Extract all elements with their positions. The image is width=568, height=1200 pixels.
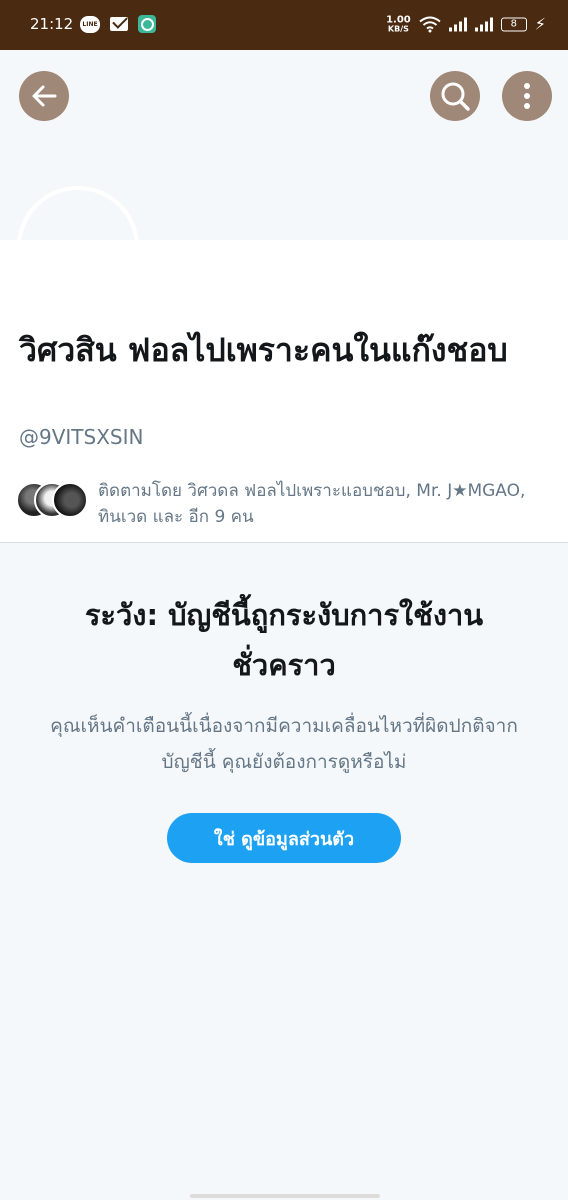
app-notification-icon	[138, 15, 156, 33]
search-icon	[441, 82, 470, 111]
status-bar: 21:12 LINE 1.00 KB/S 8 ⚡	[0, 0, 568, 50]
more-vertical-icon	[524, 83, 530, 109]
display-name: วิศวสิน ฟอลไปเพราะคนในแก๊งชอบ	[19, 331, 508, 369]
signal-icon-2	[474, 17, 493, 31]
back-button[interactable]	[19, 71, 69, 121]
notification-icons: LINE	[80, 15, 156, 33]
mail-icon	[110, 17, 128, 31]
network-speed-value: 1.00	[386, 14, 411, 25]
avatar	[52, 482, 88, 518]
line-app-icon: LINE	[80, 15, 100, 33]
more-options-button[interactable]	[502, 71, 552, 121]
status-right: 1.00 KB/S 8 ⚡	[386, 15, 546, 34]
battery-icon: 8	[500, 17, 527, 31]
view-profile-button[interactable]: ใช่ ดูข้อมูลส่วนตัว	[167, 813, 401, 863]
status-time: 21:12	[30, 15, 74, 33]
wifi-icon	[419, 16, 441, 32]
charging-icon: ⚡	[534, 14, 546, 34]
arrow-left-icon	[32, 85, 57, 107]
signal-icon	[448, 17, 467, 31]
follower-avatars	[16, 478, 92, 522]
home-indicator[interactable]	[190, 1194, 380, 1198]
warning-body: คุณเห็นคำเตือนนี้เนื่องจากมีความเคลื่อนไ…	[50, 715, 518, 773]
followed-by-row[interactable]: ติดตามโดย วิศวดล ฟอลไปเพราะแอบชอบ, Mr. J…	[16, 478, 546, 530]
profile-avatar[interactable]	[17, 186, 139, 308]
network-speed-unit: KB/S	[387, 24, 409, 33]
followed-by-text: ติดตามโดย วิศวดล ฟอลไปเพราะแอบชอบ, Mr. J…	[98, 481, 526, 527]
username-handle: @9VITSXSIN	[19, 425, 144, 449]
network-speed: 1.00 KB/S	[386, 14, 411, 34]
warning-title: ระวัง: บัญชีนี้ถูกระงับการใช้งานชั่วคราว	[84, 598, 484, 682]
search-button[interactable]	[430, 71, 480, 121]
